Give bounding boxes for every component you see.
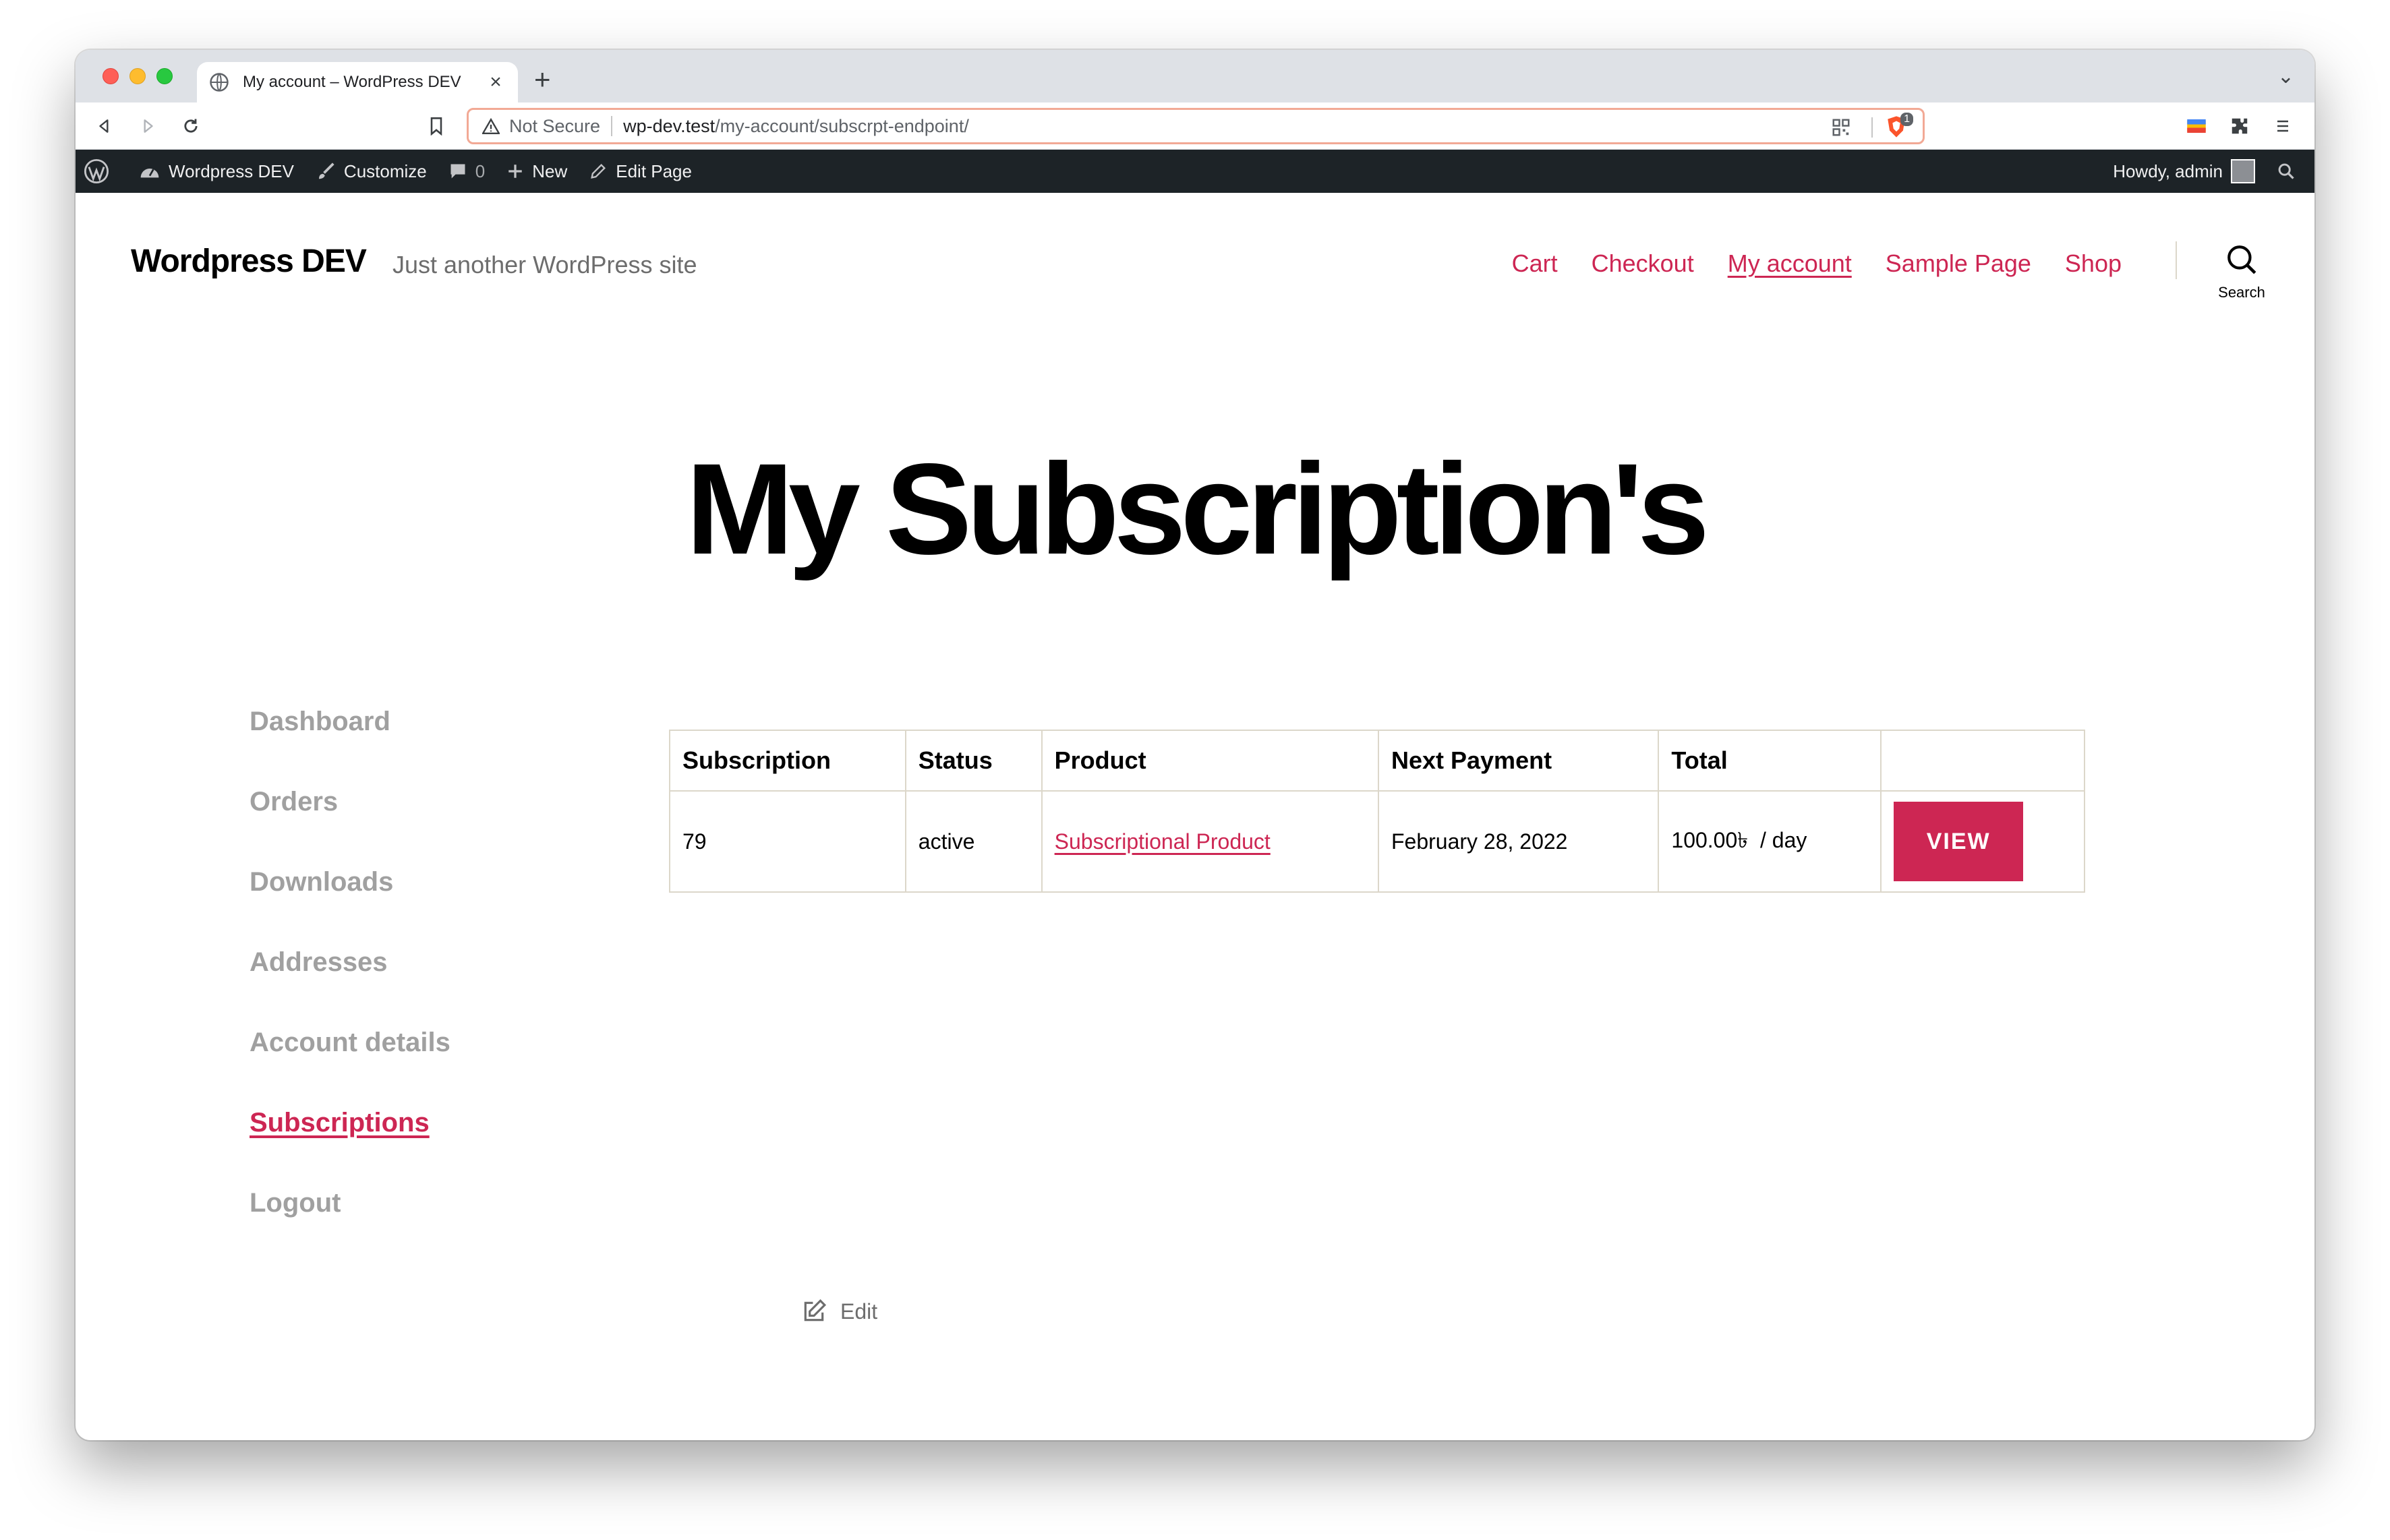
adminbar-customize[interactable]: Customize [305, 150, 438, 193]
edit-page-label: Edit Page [616, 160, 692, 181]
site-description: Just another WordPress site [392, 251, 697, 278]
view-subscription-button[interactable]: VIEW [1894, 802, 2024, 881]
table-row: 79 active Subscriptional Product Februar… [669, 790, 2085, 893]
warning-icon [482, 118, 500, 134]
menu-item-my-account[interactable]: My account [1728, 249, 1852, 278]
new-label: New [532, 160, 568, 181]
close-window-button[interactable] [103, 68, 119, 84]
search-icon [2227, 245, 2256, 274]
address-bar[interactable]: Not Secure wp-dev.test /my-account/subsc… [467, 108, 1925, 144]
brave-shield-icon[interactable]: 1 [1886, 113, 1913, 140]
cell-status: active [904, 790, 1043, 893]
qr-code-icon[interactable] [1831, 117, 1851, 138]
avatar [2231, 159, 2255, 183]
globe-icon [210, 73, 229, 92]
comment-icon [450, 164, 465, 179]
header-divider [2176, 241, 2177, 279]
extensions-puzzle-icon[interactable] [2227, 113, 2252, 139]
omnibox-divider [1871, 117, 1873, 138]
search-label: Search [2218, 284, 2265, 301]
edit-icon [804, 1299, 827, 1322]
adminbar-new[interactable]: New [496, 150, 578, 193]
menu-item-checkout[interactable]: Checkout [1592, 249, 1694, 278]
account-navigation: Dashboard Orders Downloads Addresses Acc… [250, 677, 450, 1239]
account-nav-addresses[interactable]: Addresses [250, 918, 450, 998]
pencil-icon [591, 164, 606, 179]
forward-icon[interactable] [135, 113, 161, 139]
brush-icon [318, 162, 334, 179]
cell-total: 100.00৳ / day [1658, 790, 1882, 893]
security-label: Not Secure [509, 115, 601, 136]
zoom-window-button[interactable] [156, 68, 173, 84]
plus-icon [508, 165, 522, 178]
cell-actions: VIEW [1880, 790, 2085, 893]
tab-close-icon[interactable]: × [486, 71, 506, 94]
new-tab-button[interactable]: + [534, 63, 551, 96]
howdy-label: Howdy, admin [2113, 160, 2223, 181]
adminbar-search-icon[interactable] [2266, 150, 2314, 193]
wp-admin-bar: Wordpress DEV Customize 0 New Edit Page … [76, 150, 2314, 193]
subscriptions-table: Subscription Status Product Next Payment… [669, 730, 2085, 893]
wallet-icon[interactable] [2184, 113, 2209, 139]
column-header-subscription: Subscription [669, 730, 906, 792]
account-nav-subscriptions[interactable]: Subscriptions [250, 1078, 450, 1158]
page-title: My Subscription's [686, 436, 1710, 581]
adminbar-comments[interactable]: 0 [438, 150, 496, 193]
dashboard-icon [140, 169, 159, 178]
cell-subscription-id: 79 [669, 790, 906, 893]
account-nav-account-details[interactable]: Account details [250, 998, 450, 1078]
menu-item-shop[interactable]: Shop [2065, 249, 2122, 278]
column-header-product: Product [1041, 730, 1379, 792]
customize-label: Customize [343, 160, 427, 181]
back-icon[interactable] [92, 113, 117, 139]
bookmark-icon[interactable] [424, 113, 449, 139]
chevron-down-icon[interactable]: ⌄ [2277, 65, 2294, 88]
account-nav-dashboard[interactable]: Dashboard [250, 677, 450, 757]
account-nav-orders[interactable]: Orders [250, 757, 450, 837]
account-nav-downloads[interactable]: Downloads [250, 837, 450, 918]
shield-badge: 1 [1900, 113, 1913, 126]
minimize-window-button[interactable] [129, 68, 146, 84]
adminbar-edit-page[interactable]: Edit Page [578, 150, 703, 193]
browser-tab[interactable]: My account – WordPress DEV × [197, 62, 518, 102]
cell-next-payment: February 28, 2022 [1377, 790, 1660, 893]
comments-count: 0 [475, 160, 486, 181]
column-header-actions [1880, 730, 2085, 792]
column-header-status: Status [904, 730, 1043, 792]
adminbar-my-account[interactable]: Howdy, admin [2102, 150, 2266, 193]
edit-label: Edit [840, 1299, 878, 1324]
tab-strip: My account – WordPress DEV × + ⌄ [76, 50, 2314, 102]
menu-item-sample-page[interactable]: Sample Page [1886, 249, 2031, 278]
primary-menu: Cart Checkout My account Sample Page Sho… [1512, 249, 2122, 278]
url-host: wp-dev.test [623, 115, 716, 136]
search-toggle[interactable]: Search [2208, 243, 2275, 301]
edit-post-link[interactable]: Edit [801, 1299, 877, 1324]
product-link[interactable]: Subscriptional Product [1055, 829, 1271, 854]
browser-toolbar: Not Secure wp-dev.test /my-account/subsc… [76, 102, 2314, 150]
adminbar-site-name[interactable]: Wordpress DEV [128, 150, 305, 193]
tab-title: My account – WordPress DEV [243, 73, 461, 91]
column-header-total: Total [1658, 730, 1882, 792]
browser-window: My account – WordPress DEV × + ⌄ Not Sec… [76, 50, 2314, 1440]
column-header-next-payment: Next Payment [1377, 730, 1660, 792]
site-name-label: Wordpress DEV [169, 160, 294, 181]
menu-icon[interactable] [2270, 113, 2296, 139]
account-nav-logout[interactable]: Logout [250, 1158, 450, 1239]
reload-icon[interactable] [178, 113, 204, 139]
url-path: /my-account/subscrpt-endpoint/ [715, 115, 969, 136]
wordpress-logo-icon[interactable] [76, 150, 128, 193]
menu-item-cart[interactable]: Cart [1512, 249, 1558, 278]
table-header-row: Subscription Status Product Next Payment… [669, 730, 2085, 792]
omnibox-divider [611, 116, 613, 136]
cell-product: Subscriptional Product [1041, 790, 1379, 893]
site-title[interactable]: Wordpress DEV [131, 243, 367, 280]
